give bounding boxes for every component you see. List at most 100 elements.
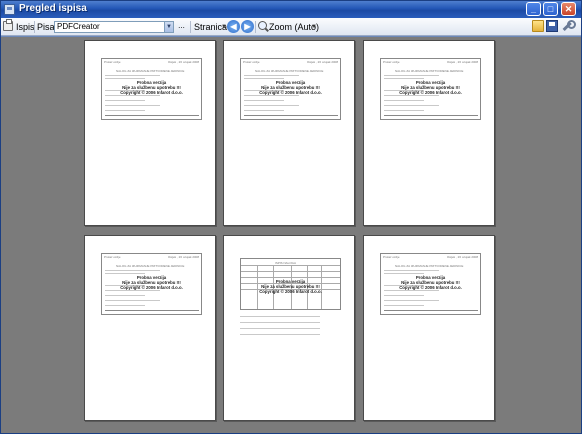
text-line bbox=[384, 273, 424, 274]
page-header-right: Osijek , 26 ozujak 2008 bbox=[167, 255, 199, 259]
text-line bbox=[105, 78, 145, 79]
page-header-left: Prolaz ozdje bbox=[104, 255, 121, 259]
divider bbox=[244, 115, 338, 116]
text-line bbox=[105, 95, 160, 96]
page-doc-title: NALOG ZA IZUZIMANJE PRITVORENE JEDINICE bbox=[255, 69, 324, 73]
chevron-down-icon[interactable]: ▼ bbox=[164, 21, 174, 33]
text-line bbox=[384, 270, 439, 271]
printer-select[interactable]: PDFCreator ▼ bbox=[54, 21, 174, 33]
watermark: Probna verzija Nije za službenu upotrebu … bbox=[102, 275, 201, 290]
next-page-button[interactable]: ▶ bbox=[241, 20, 254, 33]
text-line bbox=[384, 105, 439, 106]
chevron-down-icon[interactable]: ▼ bbox=[311, 20, 317, 34]
separator bbox=[34, 21, 35, 33]
text-line bbox=[384, 75, 439, 76]
page-content: Prolaz ozdje Osijek , 26 ozujak 2008 NALOG… bbox=[380, 58, 481, 120]
print-button[interactable]: Ispis bbox=[16, 20, 35, 34]
text-line bbox=[384, 95, 439, 96]
page-header-right: Osijek , 26 ozujak 2008 bbox=[167, 60, 199, 64]
page-header-left: Prolaz ozdje bbox=[243, 60, 260, 64]
watermark: Probna verzija Nije za službenu upotrebu … bbox=[381, 275, 480, 290]
page-content: ISPIS NALOGA Probna verzija Nije za službe… bbox=[240, 258, 341, 310]
text-line bbox=[244, 110, 284, 111]
maximize-button[interactable]: □ bbox=[543, 2, 558, 16]
watermark-line: Copyright © 2006 Infarot d.o.o. bbox=[259, 289, 322, 294]
page-header-right: Osijek , 26 ozujak 2008 bbox=[306, 60, 338, 64]
text-line bbox=[384, 300, 439, 301]
minimize-button[interactable]: _ bbox=[526, 2, 541, 16]
page-thumbnail[interactable]: Prolaz ozdje Osijek , 26 ozujak 2008 NALOG… bbox=[363, 40, 495, 226]
page-doc-title: NALOG ZA IZUZIMANJE PRITVORENE JEDINICE bbox=[116, 264, 185, 268]
page-thumbnail[interactable]: Prolaz ozdje Osijek , 26 ozujak 2008 NALOG… bbox=[223, 40, 355, 226]
separator bbox=[190, 21, 191, 33]
page-content: Prolaz ozdje Osijek , 26 ozujak 2008 NALOG… bbox=[240, 58, 341, 120]
text-line bbox=[244, 105, 299, 106]
text-line bbox=[105, 100, 145, 101]
text-line bbox=[244, 78, 284, 79]
page-doc-title: NALOG ZA IZUZIMANJE PRITVORENE JEDINICE bbox=[395, 264, 464, 268]
page-thumbnail[interactable]: Prolaz ozdje Osijek , 26 ozujak 2008 NALOG… bbox=[84, 40, 216, 226]
watermark: Probna verzija Nije za službenu upotrebu … bbox=[381, 80, 480, 95]
page-header-left: Prolaz ozdje bbox=[104, 60, 121, 64]
preview-area[interactable]: Prolaz ozdje Osijek , 26 ozujak 2008 NALOG… bbox=[1, 37, 581, 433]
watermark-line: Copyright © 2006 Infarot d.o.o. bbox=[120, 285, 183, 290]
text-line bbox=[244, 95, 299, 96]
window-title: Pregled ispisa bbox=[19, 3, 87, 14]
page-content: Prolaz ozdje Osijek , 26 ozujak 2008 NALOG… bbox=[101, 253, 202, 315]
open-folder-icon[interactable] bbox=[532, 20, 544, 32]
printer-select-value: PDFCreator bbox=[57, 22, 100, 31]
page-header-right: Osijek , 26 ozujak 2008 bbox=[446, 255, 478, 259]
page-thumbnail[interactable]: Prolaz ozdje Osijek , 26 ozujak 2008 NALOG… bbox=[363, 235, 495, 421]
text-line bbox=[384, 100, 424, 101]
watermark-line: Copyright © 2006 Infarot d.o.o. bbox=[399, 90, 462, 95]
text-line bbox=[105, 300, 160, 301]
page-thumbnail[interactable]: Prolaz ozdje Osijek , 26 ozujak 2008 NALOG… bbox=[84, 235, 216, 421]
settings-wrench-icon[interactable] bbox=[561, 20, 576, 32]
text-line bbox=[105, 270, 160, 271]
page-content: Prolaz ozdje Osijek , 26 ozujak 2008 NALOG… bbox=[101, 58, 202, 120]
watermark-line: Copyright © 2006 Infarot d.o.o. bbox=[399, 285, 462, 290]
divider bbox=[105, 310, 199, 311]
text-line bbox=[105, 105, 160, 106]
close-button[interactable]: ✕ bbox=[561, 2, 576, 16]
previous-page-button[interactable]: ◀ bbox=[227, 20, 240, 33]
form-line bbox=[240, 334, 320, 335]
divider bbox=[384, 310, 478, 311]
printer-icon[interactable] bbox=[3, 19, 13, 31]
text-line bbox=[105, 290, 160, 291]
page-header-right: Osijek , 26 ozujak 2008 bbox=[446, 60, 478, 64]
page-thumbnail[interactable]: ISPIS NALOGA Probna verzija Nije za službe… bbox=[223, 235, 355, 421]
zoom-icon[interactable] bbox=[258, 21, 267, 30]
form-line bbox=[240, 316, 320, 317]
text-line bbox=[384, 110, 424, 111]
text-line bbox=[105, 75, 160, 76]
watermark: Probna verzija Nije za službenu upotrebu … bbox=[102, 80, 201, 95]
page-doc-title: NALOG ZA IZUZIMANJE PRITVORENE JEDINICE bbox=[395, 69, 464, 73]
text-line bbox=[384, 290, 439, 291]
text-line bbox=[244, 75, 299, 76]
text-line bbox=[105, 110, 145, 111]
page-content: Prolaz ozdje Osijek , 26 ozujak 2008 NALOG… bbox=[380, 253, 481, 315]
watermark-line: Copyright © 2006 Infarot d.o.o. bbox=[259, 90, 322, 95]
watermark: Probna verzija Nije za službenu upotrebu … bbox=[241, 80, 340, 95]
divider bbox=[384, 115, 478, 116]
watermark: Probna verzija Nije za službenu upotrebu … bbox=[241, 279, 340, 294]
form-line bbox=[240, 322, 320, 323]
save-icon[interactable] bbox=[546, 20, 558, 32]
toolbar: Ispis Pisač PDFCreator ▼ ... Stranica ▼ … bbox=[1, 18, 581, 36]
text-line bbox=[384, 305, 424, 306]
page-header-left: Prolaz ozdje bbox=[383, 255, 400, 259]
app-icon bbox=[4, 4, 15, 15]
text-line bbox=[105, 295, 145, 296]
printer-browse-button[interactable]: ... bbox=[176, 21, 187, 33]
title-bar[interactable]: Pregled ispisa _ □ ✕ bbox=[1, 1, 581, 18]
text-line bbox=[244, 100, 284, 101]
watermark-line: Copyright © 2006 Infarot d.o.o. bbox=[120, 90, 183, 95]
form-line bbox=[240, 328, 320, 329]
page-doc-title: NALOG ZA IZUZIMANJE PRITVORENE JEDINICE bbox=[116, 69, 185, 73]
divider bbox=[105, 115, 199, 116]
text-line bbox=[105, 273, 145, 274]
print-preview-window: Pregled ispisa _ □ ✕ Ispis Pisač PDFCrea… bbox=[0, 0, 582, 434]
separator bbox=[255, 21, 256, 33]
text-line bbox=[384, 78, 424, 79]
